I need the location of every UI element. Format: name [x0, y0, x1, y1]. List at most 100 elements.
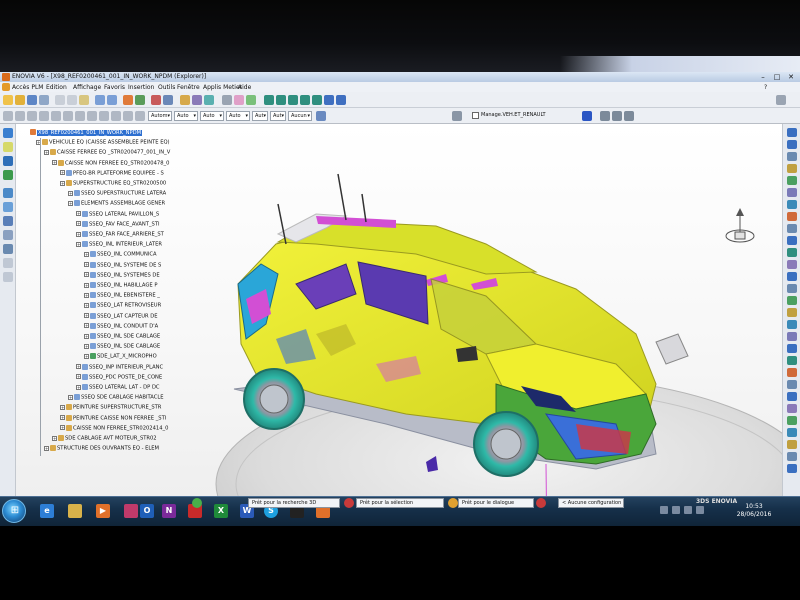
select-trap-icon[interactable]: [15, 111, 25, 121]
point-symbol-combo[interactable]: Aut ▾: [270, 111, 286, 121]
prompt-search-field[interactable]: Prêt pour la recherche 3D: [248, 498, 340, 508]
menu-affichage[interactable]: Affichage: [73, 84, 101, 91]
menu-favoris[interactable]: Favoris: [104, 84, 125, 91]
menu-fenetre[interactable]: Fenêtre: [177, 84, 200, 91]
right-tool-4-icon[interactable]: [787, 164, 797, 173]
tree-node[interactable]: + SSEQ SUPERSTRUCTURE LATERA: [68, 190, 186, 197]
rotate-icon[interactable]: [288, 95, 298, 105]
tree-expander-icon[interactable]: +: [76, 374, 81, 380]
tool-a-icon[interactable]: [600, 111, 610, 121]
section-icon[interactable]: [234, 95, 244, 105]
right-tool-19-icon[interactable]: [787, 344, 797, 353]
right-tool-8-icon[interactable]: [787, 212, 797, 221]
catalog-icon[interactable]: [3, 188, 13, 198]
navigator-icon[interactable]: [3, 170, 13, 180]
prompt-search-icon[interactable]: [192, 498, 202, 508]
right-tool-9-icon[interactable]: [787, 224, 797, 233]
tree-expander-icon[interactable]: +: [60, 404, 65, 410]
tree-expander-icon[interactable]: +: [68, 394, 73, 400]
prompt-dialog-field[interactable]: Prêt pour le dialogue: [458, 498, 534, 508]
toolbar-grip-icon[interactable]: [3, 258, 13, 268]
tree-node[interactable]: + SSEQ_INL SDE CABLAGE: [84, 343, 186, 350]
select-paint-icon[interactable]: [39, 111, 49, 121]
stop-icon[interactable]: [151, 95, 161, 105]
right-tool-25-icon[interactable]: [787, 416, 797, 425]
tree-expander-icon[interactable]: +: [60, 180, 65, 186]
menu-outils[interactable]: Outils: [158, 84, 175, 91]
print-icon[interactable]: [39, 95, 49, 105]
right-tool-6-icon[interactable]: [787, 188, 797, 197]
select-none-icon[interactable]: [135, 111, 145, 121]
tree-node[interactable]: + SDE CABLAGE AVT MOTEUR_STR02: [52, 435, 186, 442]
zoom-in-icon[interactable]: [300, 95, 310, 105]
tree-expander-icon[interactable]: +: [60, 170, 65, 176]
right-tool-26-icon[interactable]: [787, 428, 797, 437]
tree-node[interactable]: + CAISSE NON FERREE EQ_STR0200478_0: [52, 159, 186, 167]
tree-expander-icon[interactable]: +: [84, 262, 89, 268]
tree-node[interactable]: + SSEQ_INL EBENISTERE _: [84, 292, 186, 299]
publish-icon[interactable]: [3, 216, 13, 226]
tree-expander-icon[interactable]: +: [84, 353, 89, 359]
tree-node[interactable]: + SDE_LAT_X_MICROPHO: [84, 353, 186, 360]
manage-checkbox[interactable]: [472, 112, 479, 119]
tray-network-icon[interactable]: [660, 506, 668, 514]
tree-node[interactable]: + SSEQ_LAT RETROVISEUR: [84, 302, 186, 309]
properties-icon[interactable]: [163, 95, 173, 105]
search-icon[interactable]: [123, 95, 133, 105]
tree-node[interactable]: + SSEQ_INL SYSTEMES DE: [84, 271, 186, 279]
line-type-combo[interactable]: Aut ▾: [252, 111, 268, 121]
right-tool-2-icon[interactable]: [787, 140, 797, 149]
right-tool-27-icon[interactable]: [787, 440, 797, 449]
tree-expander-icon[interactable]: +: [52, 160, 57, 166]
tree-node[interactable]: + SSEQ_FAR FACE_ARRIERE_ST: [76, 231, 186, 238]
clash-icon[interactable]: [246, 95, 256, 105]
tree-expander-icon[interactable]: +: [84, 251, 89, 257]
tree-expander-icon[interactable]: +: [76, 231, 81, 237]
right-tool-17-icon[interactable]: [787, 320, 797, 329]
tree-node[interactable]: + PEINTURE CAISSE NON FERREE _STI: [60, 414, 186, 422]
tree-node[interactable]: + SSEQ_INL INTERIEUR_LATER: [76, 241, 186, 248]
right-tool-11-icon[interactable]: [787, 248, 797, 257]
select-icon[interactable]: [3, 111, 13, 121]
select-poly-icon[interactable]: [27, 111, 37, 121]
tree-expander-icon[interactable]: +: [84, 302, 89, 308]
tree-expander-icon[interactable]: +: [84, 323, 89, 329]
minimize-button[interactable]: –: [758, 73, 768, 81]
select-mode-icon[interactable]: [111, 111, 121, 121]
review-icon[interactable]: [3, 202, 13, 212]
right-tool-5-icon[interactable]: [787, 176, 797, 185]
tree-node[interactable]: X98_REF0200461_001_IN_WORK_NPDM: [30, 129, 186, 136]
tree-node[interactable]: + CAISSE NON FERREE_STR0202414_0: [60, 424, 186, 432]
sync-icon[interactable]: [582, 111, 592, 121]
tree-node[interactable]: + SSEQ LATERAL LAT - DP DC: [76, 384, 186, 391]
tree-expander-icon[interactable]: +: [60, 415, 65, 421]
tree-node[interactable]: + SUPERSTRUCTURE EQ_STR0200500: [60, 180, 186, 187]
normal-view-icon[interactable]: [324, 95, 334, 105]
tree-node[interactable]: + SSEQ_PDC POSTE_DE_CONE: [76, 373, 186, 381]
tool-b-icon[interactable]: [612, 111, 622, 121]
select-box-icon[interactable]: [99, 111, 109, 121]
menu-applis-metier[interactable]: Applis Metier: [203, 84, 242, 91]
filter-icon[interactable]: [180, 95, 190, 105]
select-trap-out-icon[interactable]: [75, 111, 85, 121]
measure-icon[interactable]: [222, 95, 232, 105]
right-tool-24-icon[interactable]: [787, 404, 797, 413]
tree-node[interactable]: + PEINTURE SUPERSTRUCTURE_STR: [60, 404, 186, 411]
save-icon[interactable]: [27, 95, 37, 105]
undo-icon[interactable]: [95, 95, 105, 105]
render-style-combo[interactable]: Aucun ▾: [288, 111, 312, 121]
tree-node[interactable]: + SSEQ_FAV FACE_AVANT_STI: [76, 220, 186, 228]
markup-icon[interactable]: [3, 244, 13, 254]
prompt-select-icon[interactable]: [344, 498, 354, 508]
cut-icon[interactable]: [55, 95, 65, 105]
tree-node[interactable]: + SSEQ_INL CONDUIT D'A: [84, 322, 186, 330]
tree-node[interactable]: + STRUCTURE DES OUVRANTS EQ - ELEM: [44, 445, 186, 452]
taskbar-clock[interactable]: 10:53 28/06/2016: [724, 503, 784, 519]
taskbar-explorer[interactable]: [62, 500, 88, 522]
prompt-select-field[interactable]: Prêt pour la sélection: [356, 498, 444, 508]
line-color-combo[interactable]: Auto ▾: [174, 111, 198, 121]
tree-expander-icon[interactable]: +: [60, 425, 65, 431]
copy-icon[interactable]: [67, 95, 77, 105]
tree-expander-icon[interactable]: +: [76, 211, 81, 217]
iso-view-icon[interactable]: [336, 95, 346, 105]
